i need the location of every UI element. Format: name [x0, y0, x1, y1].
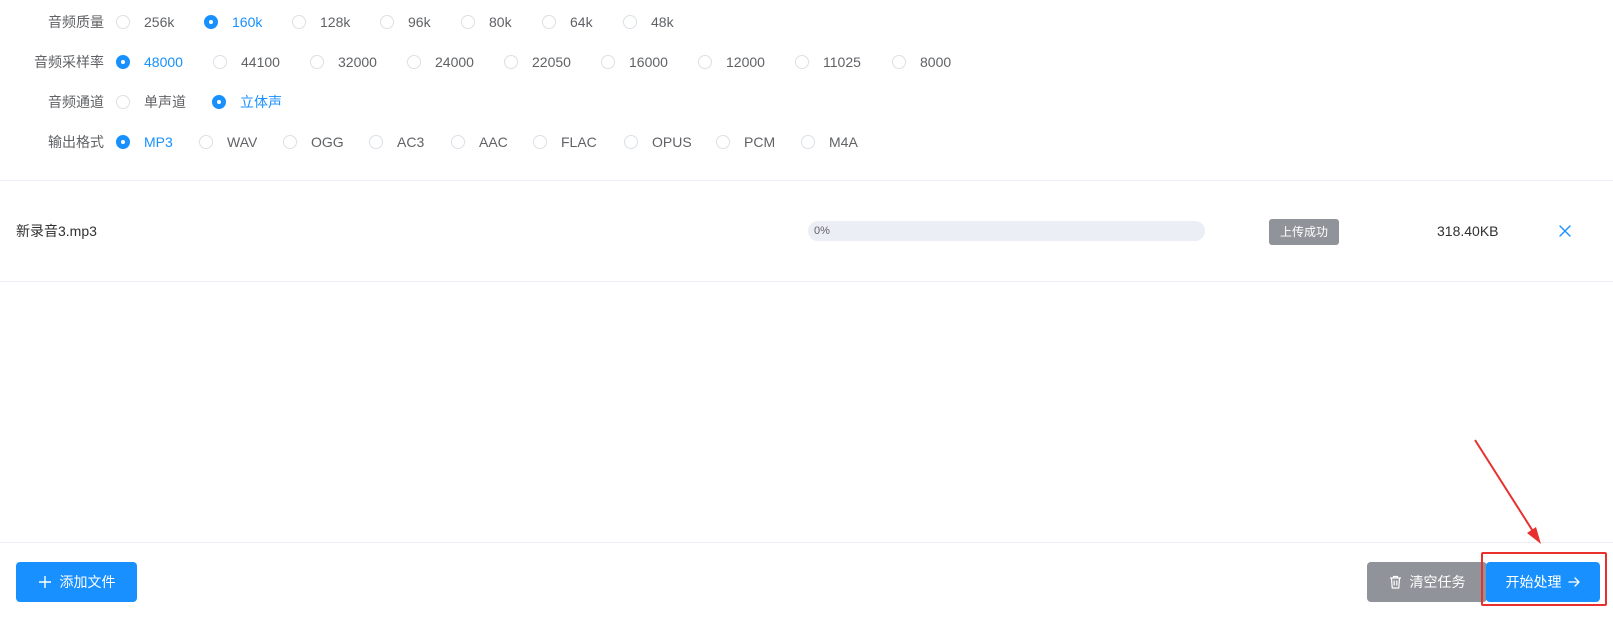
radio-circle-icon — [204, 15, 218, 29]
radio-circle-icon — [451, 135, 465, 149]
radio-circle-icon — [369, 135, 383, 149]
radio-circle-icon — [623, 15, 637, 29]
arrow-right-icon — [1567, 577, 1580, 587]
radio-circle-icon — [380, 15, 394, 29]
quality-radio-64k[interactable]: 64k — [542, 12, 593, 32]
format-radio-pcm[interactable]: PCM — [716, 132, 775, 152]
sample-rate-label: 音频采样率 — [34, 54, 104, 70]
progress-text: 0% — [814, 225, 830, 237]
radio-circle-icon — [199, 135, 213, 149]
radio-circle-icon — [533, 135, 547, 149]
radio-circle-icon — [292, 15, 306, 29]
quality-radio-256k[interactable]: 256k — [116, 12, 174, 32]
sample-rate-radio-11025[interactable]: 11025 — [795, 52, 861, 72]
clear-tasks-button[interactable]: 清空任务 — [1367, 562, 1487, 602]
radio-circle-icon — [716, 135, 730, 149]
close-icon — [1559, 225, 1571, 237]
channel-label: 音频通道 — [48, 94, 104, 110]
footer-divider — [0, 542, 1613, 543]
sample-rate-radio-44100[interactable]: 44100 — [213, 52, 280, 72]
sample-rate-radio-16000[interactable]: 16000 — [601, 52, 668, 72]
file-size: 318.40KB — [1437, 223, 1499, 239]
start-processing-button[interactable]: 开始处理 — [1486, 562, 1600, 602]
format-label: 输出格式 — [48, 134, 104, 150]
file-name: 新录音3.mp3 — [16, 223, 97, 239]
quality-radio-160k[interactable]: 160k — [204, 12, 262, 32]
sample-rate-radio-48000[interactable]: 48000 — [116, 52, 183, 72]
quality-label: 音频质量 — [48, 14, 104, 30]
add-file-label: 添加文件 — [59, 574, 116, 590]
format-radio-flac[interactable]: FLAC — [533, 132, 597, 152]
sample-rate-radio-22050[interactable]: 22050 — [504, 52, 571, 72]
plus-icon — [38, 576, 51, 588]
radio-circle-icon — [283, 135, 297, 149]
format-radio-mp3[interactable]: MP3 — [116, 132, 173, 152]
start-processing-label: 开始处理 — [1505, 574, 1562, 590]
format-radio-m4a[interactable]: M4A — [801, 132, 858, 152]
quality-radio-80k[interactable]: 80k — [461, 12, 512, 32]
quality-radio-96k[interactable]: 96k — [380, 12, 431, 32]
radio-circle-icon — [212, 95, 226, 109]
radio-circle-icon — [698, 55, 712, 69]
quality-radio-128k[interactable]: 128k — [292, 12, 350, 32]
channel-radio-stereo[interactable]: 立体声 — [212, 92, 282, 112]
radio-circle-icon — [504, 55, 518, 69]
sample-rate-radio-8000[interactable]: 8000 — [892, 52, 951, 72]
radio-circle-icon — [116, 135, 130, 149]
radio-circle-icon — [407, 55, 421, 69]
add-file-button[interactable]: 添加文件 — [16, 562, 137, 602]
channel-radio-mono[interactable]: 单声道 — [116, 92, 186, 112]
format-radio-aac[interactable]: AAC — [451, 132, 508, 152]
sample-rate-radio-12000[interactable]: 12000 — [698, 52, 765, 72]
radio-circle-icon — [601, 55, 615, 69]
radio-circle-icon — [116, 55, 130, 69]
radio-circle-icon — [116, 15, 130, 29]
sample-rate-radio-32000[interactable]: 32000 — [310, 52, 377, 72]
radio-circle-icon — [624, 135, 638, 149]
radio-circle-icon — [310, 55, 324, 69]
file-list-divider — [0, 281, 1613, 282]
radio-circle-icon — [461, 15, 475, 29]
upload-progress-bar: 0% — [808, 221, 1205, 241]
remove-file-button[interactable] — [1558, 224, 1572, 238]
radio-circle-icon — [213, 55, 227, 69]
radio-circle-icon — [795, 55, 809, 69]
radio-circle-icon — [892, 55, 906, 69]
radio-circle-icon — [801, 135, 815, 149]
format-radio-wav[interactable]: WAV — [199, 132, 257, 152]
clear-tasks-label: 清空任务 — [1409, 574, 1466, 590]
quality-radio-48k[interactable]: 48k — [623, 12, 674, 32]
settings-divider — [0, 180, 1613, 181]
sample-rate-radio-24000[interactable]: 24000 — [407, 52, 474, 72]
status-badge: 上传成功 — [1269, 219, 1339, 245]
format-radio-opus[interactable]: OPUS — [624, 132, 692, 152]
format-radio-ac3[interactable]: AC3 — [369, 132, 424, 152]
format-radio-ogg[interactable]: OGG — [283, 132, 344, 152]
radio-circle-icon — [542, 15, 556, 29]
radio-circle-icon — [116, 95, 130, 109]
trash-icon — [1389, 575, 1401, 589]
